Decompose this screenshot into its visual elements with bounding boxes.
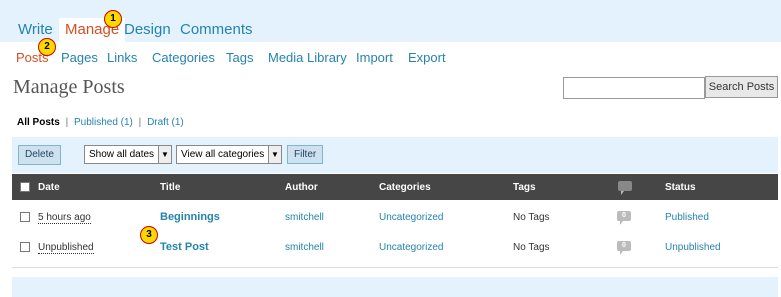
comments-icon bbox=[618, 181, 632, 195]
column-status[interactable]: Status bbox=[665, 182, 696, 193]
table-row: 5 hours ago Beginnings smitchell Uncateg… bbox=[12, 200, 778, 234]
filter-button[interactable]: Filter bbox=[287, 145, 324, 164]
dates-select-value: Show all dates bbox=[89, 149, 155, 160]
post-title-link[interactable]: Beginnings bbox=[160, 211, 220, 223]
subnav-item-tags[interactable]: Tags bbox=[226, 50, 253, 65]
table-row: Unpublished Test Post smitchell Uncatego… bbox=[12, 230, 778, 268]
filter-separator: | bbox=[138, 117, 142, 128]
post-status-link[interactable]: Published bbox=[665, 212, 709, 223]
row-checkbox[interactable] bbox=[20, 212, 30, 222]
dates-select[interactable]: Show all dates ▼ bbox=[84, 145, 172, 164]
comment-count-icon[interactable]: 0 bbox=[617, 211, 631, 225]
page-title: Manage Posts bbox=[13, 76, 125, 98]
table-nav: Delete Show all dates ▼ View all categor… bbox=[12, 137, 778, 173]
subnav-item-links[interactable]: Links bbox=[107, 50, 137, 65]
filter-draft[interactable]: Draft (1) bbox=[147, 117, 184, 128]
post-tags: No Tags bbox=[513, 242, 550, 253]
post-date: 5 hours ago bbox=[38, 212, 91, 224]
callout-marker-2: 2 bbox=[38, 38, 56, 56]
post-status-filters: All Posts | Published (1) | Draft (1) bbox=[17, 117, 184, 128]
subnav-item-media-library[interactable]: Media Library bbox=[268, 50, 347, 65]
search-button[interactable]: Search Posts bbox=[705, 76, 778, 98]
column-date[interactable]: Date bbox=[38, 182, 60, 193]
sub-nav: Posts Pages Links Categories Tags Media … bbox=[0, 42, 781, 70]
tab-comments[interactable]: Comments bbox=[174, 18, 259, 42]
filter-all-posts[interactable]: All Posts bbox=[17, 117, 60, 128]
column-title[interactable]: Title bbox=[160, 182, 180, 193]
callout-marker-1: 1 bbox=[104, 10, 122, 28]
select-all-checkbox[interactable] bbox=[20, 182, 30, 192]
categories-select-value: View all categories bbox=[181, 149, 265, 160]
subnav-item-export[interactable]: Export bbox=[408, 50, 446, 65]
chevron-down-icon: ▼ bbox=[158, 146, 171, 163]
categories-select[interactable]: View all categories ▼ bbox=[176, 145, 282, 164]
search-input[interactable] bbox=[563, 77, 705, 99]
subnav-item-pages[interactable]: Pages bbox=[61, 50, 98, 65]
callout-marker-3: 3 bbox=[140, 226, 158, 244]
filter-published[interactable]: Published (1) bbox=[74, 117, 133, 128]
post-category-link[interactable]: Uncategorized bbox=[379, 242, 443, 253]
comment-count-icon[interactable]: 0 bbox=[617, 241, 631, 255]
tab-design[interactable]: Design bbox=[118, 18, 177, 42]
filter-separator: | bbox=[65, 117, 69, 128]
post-date: Unpublished bbox=[38, 242, 94, 254]
column-author[interactable]: Author bbox=[285, 182, 318, 193]
delete-button[interactable]: Delete bbox=[18, 145, 61, 165]
post-tags: No Tags bbox=[513, 212, 550, 223]
chevron-down-icon: ▼ bbox=[268, 146, 281, 163]
table-nav-bottom bbox=[12, 277, 778, 297]
column-categories[interactable]: Categories bbox=[379, 182, 431, 193]
posts-table-header: Date Title Author Categories Tags Status bbox=[12, 174, 778, 200]
post-category-link[interactable]: Uncategorized bbox=[379, 212, 443, 223]
post-title-link[interactable]: Test Post bbox=[160, 241, 209, 253]
post-author-link[interactable]: smitchell bbox=[285, 242, 324, 253]
subnav-item-categories[interactable]: Categories bbox=[152, 50, 215, 65]
subnav-item-import[interactable]: Import bbox=[356, 50, 393, 65]
post-status-link[interactable]: Unpublished bbox=[665, 242, 721, 253]
column-tags[interactable]: Tags bbox=[513, 182, 536, 193]
row-checkbox[interactable] bbox=[20, 242, 30, 252]
post-author-link[interactable]: smitchell bbox=[285, 212, 324, 223]
